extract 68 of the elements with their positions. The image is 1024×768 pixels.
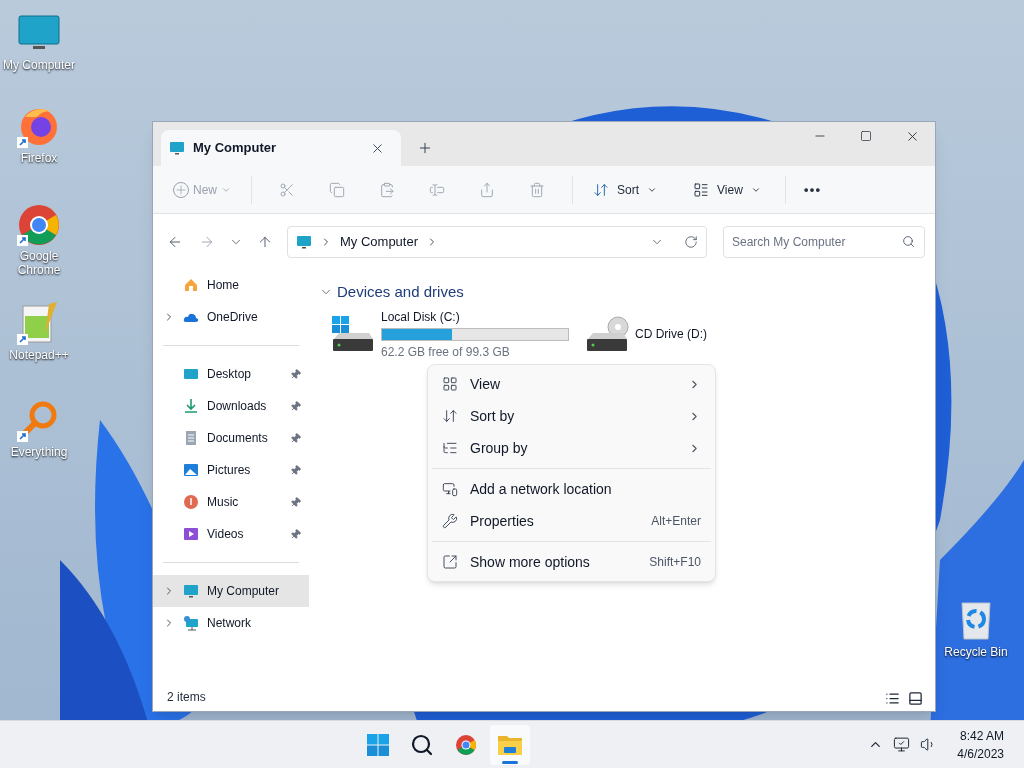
drive-tile[interactable]: CD Drive (D:) (585, 307, 745, 361)
document-icon (183, 430, 199, 446)
sidebar-item[interactable]: Videos (153, 518, 309, 550)
list-icon (442, 440, 458, 456)
address-bar[interactable]: My Computer (287, 225, 707, 258)
clipboard-icon (379, 181, 395, 198)
sidebar-item[interactable]: Network (153, 607, 309, 639)
monitor-icon (169, 140, 185, 156)
drive-name: CD Drive (D:) (635, 326, 708, 343)
menu-item[interactable]: Properties Alt+Enter (428, 505, 715, 537)
sort-icon (593, 181, 609, 198)
monitor-icon (296, 233, 312, 250)
share-icon (479, 181, 495, 198)
shortcut-text: Alt+Enter (651, 513, 701, 530)
picture-icon (183, 462, 199, 478)
house-icon (183, 277, 199, 293)
menu-item[interactable]: Group by (428, 432, 715, 464)
sidebar-item[interactable]: Pictures (153, 454, 309, 486)
menu-item[interactable]: Show more options Shift+F10 (428, 546, 715, 578)
refresh-icon[interactable] (684, 234, 698, 249)
new-tab-icon[interactable] (417, 140, 433, 156)
download-icon (183, 398, 199, 414)
cd-drive-icon (585, 315, 629, 353)
drive-tile[interactable]: Local Disk (C:) 62.2 GB free of 99.3 GB (331, 307, 571, 361)
sidebar-item[interactable]: Desktop (153, 358, 309, 390)
tab-title: My Computer (193, 139, 278, 158)
expand-icon (442, 554, 458, 570)
trash-icon (529, 181, 545, 198)
hard-drive-icon (331, 315, 375, 353)
grid-icon (442, 376, 458, 392)
desktop-icon (183, 366, 199, 382)
drive-name: Local Disk (C:) (381, 308, 461, 326)
app-icon (454, 732, 479, 757)
search-field[interactable]: Search My Computer (723, 225, 925, 258)
drive-caption: 62.2 GB free of 99.3 GB (381, 343, 511, 361)
sidebar-item[interactable]: My Computer (153, 575, 309, 607)
shortcut-text: Shift+F10 (649, 554, 701, 571)
section-heading: Devices and drives (337, 282, 464, 302)
rename-icon (429, 181, 445, 198)
windows-logo-icon (366, 732, 391, 757)
details-view-icon[interactable] (885, 691, 900, 706)
tab[interactable]: My Computer (161, 130, 401, 166)
menu-item[interactable]: View (428, 368, 715, 400)
sidebar-item[interactable]: Music (153, 486, 309, 518)
search-icon (902, 234, 915, 248)
monitor-icon (183, 583, 199, 599)
clock-time[interactable]: 8:42 AM (959, 726, 1004, 745)
copy-icon (329, 181, 345, 198)
sort-button[interactable]: Sort (585, 173, 666, 206)
tiles-view-icon[interactable] (908, 691, 923, 706)
menu-item[interactable]: Sort by (428, 400, 715, 432)
maximize-icon[interactable] (860, 130, 872, 142)
list-icon (693, 181, 710, 198)
breadcrumb[interactable]: My Computer (340, 231, 419, 252)
wrench-icon (442, 513, 458, 529)
desktop-icon-label[interactable]: Recycle Bin (937, 645, 1015, 659)
clock-date[interactable]: 4/6/2023 (957, 744, 1004, 763)
sidebar-item[interactable]: Documents (153, 422, 309, 454)
scissors-icon (279, 181, 295, 198)
sidebar-item[interactable]: Downloads (153, 390, 309, 422)
sidebar-item[interactable]: OneDrive (153, 301, 309, 333)
status-text: 2 items (166, 689, 207, 706)
view-button[interactable]: View (685, 173, 769, 206)
search-icon (410, 732, 435, 757)
video-icon (183, 526, 199, 542)
menu-item[interactable]: Add a network location (428, 473, 715, 505)
sidebar-item[interactable]: Home (153, 269, 309, 301)
sort-icon (442, 408, 458, 424)
